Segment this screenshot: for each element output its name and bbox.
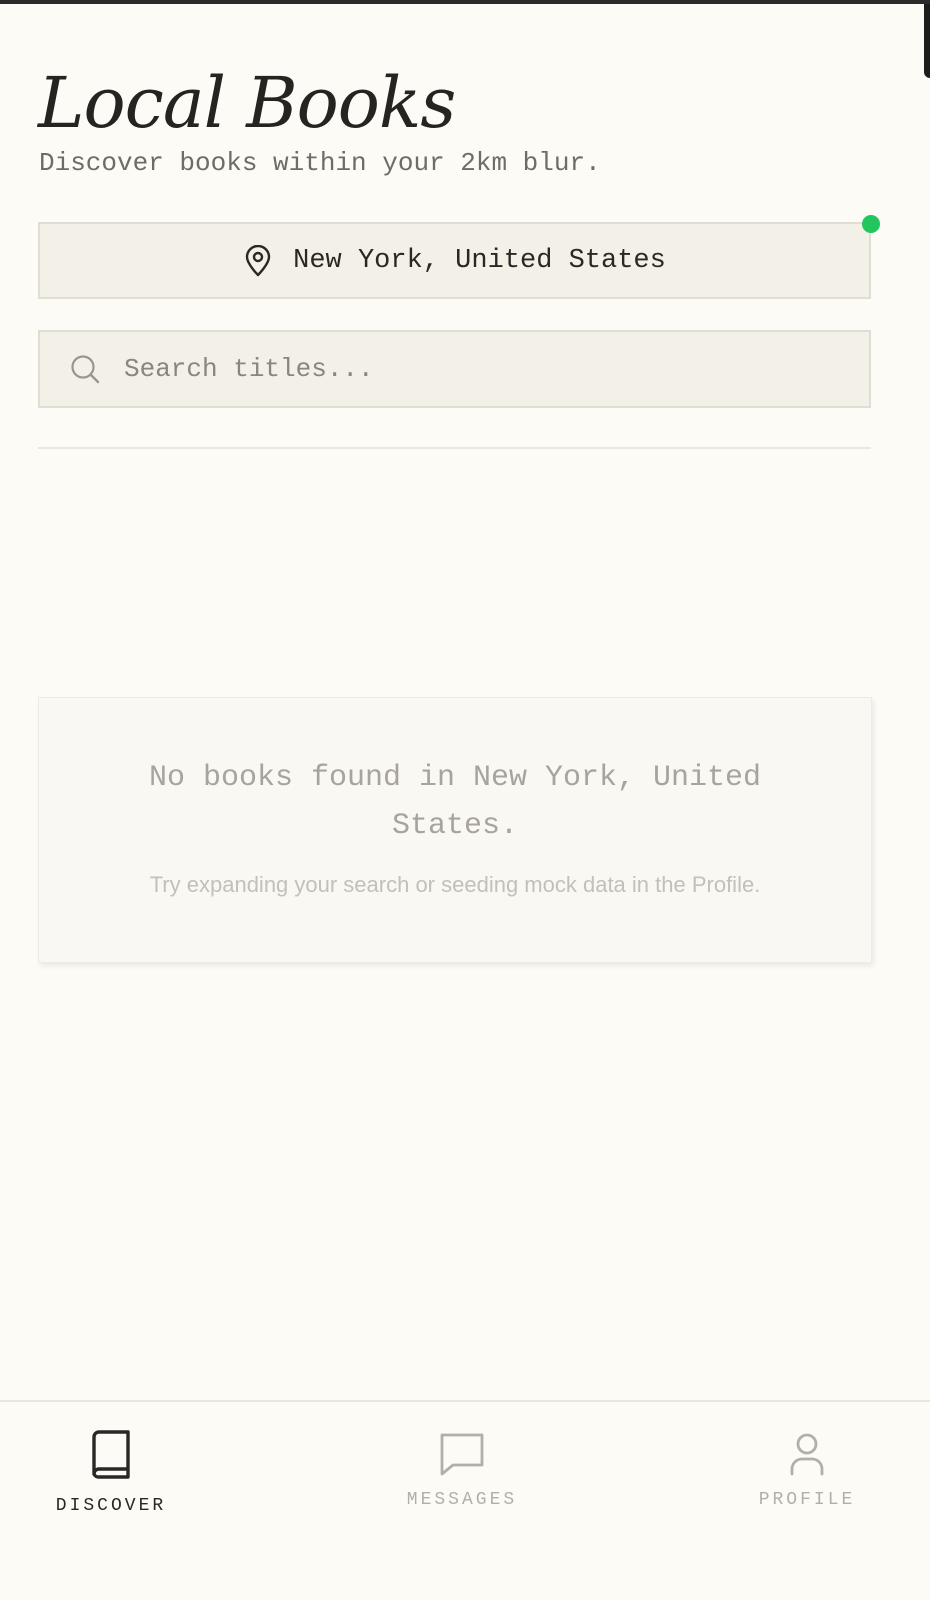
- user-icon: [782, 1428, 832, 1480]
- window-edge: [924, 4, 930, 78]
- window-top-border: [0, 0, 930, 4]
- empty-state-hint: Try expanding your search or seeding moc…: [149, 872, 761, 897]
- nav-label-messages: MESSAGES: [406, 1490, 518, 1510]
- page-subtitle: Discover books within your 2km blur.: [39, 148, 601, 178]
- nav-item-messages[interactable]: MESSAGES: [406, 1428, 518, 1510]
- empty-state-title: No books found in New York, United State…: [148, 761, 762, 843]
- location-selector-button[interactable]: New York, United States: [38, 222, 871, 299]
- map-pin-icon: [243, 244, 273, 277]
- section-divider: [38, 447, 871, 449]
- nav-label-profile: PROFILE: [758, 1490, 856, 1510]
- nav-item-discover[interactable]: DISCOVER: [52, 1428, 170, 1516]
- search-icon: [68, 352, 102, 386]
- bottom-navigation: DISCOVER MESSAGES PROFILE: [0, 1400, 930, 1600]
- location-label: New York, United States: [293, 245, 666, 276]
- search-input[interactable]: [124, 354, 824, 384]
- page-title: Local Books: [38, 62, 456, 144]
- online-status-indicator: [862, 215, 880, 233]
- search-bar[interactable]: [38, 330, 871, 408]
- nav-label-discover: DISCOVER: [55, 1496, 167, 1516]
- message-icon: [437, 1428, 487, 1480]
- empty-state-card: No books found in New York, United State…: [38, 697, 872, 963]
- nav-item-profile[interactable]: PROFILE: [758, 1428, 856, 1510]
- book-icon: [86, 1428, 136, 1480]
